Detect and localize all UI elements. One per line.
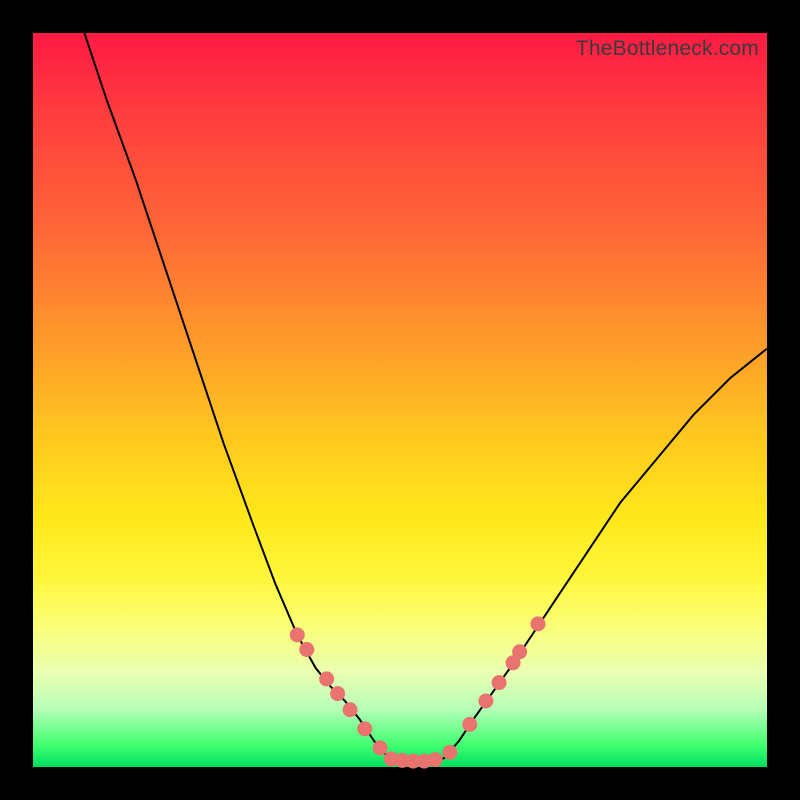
marker-dot	[478, 693, 493, 708]
marker-dot	[319, 671, 334, 686]
marker-dot	[357, 721, 372, 736]
marker-dot	[428, 752, 443, 767]
marker-dot	[343, 702, 358, 717]
curve-line	[84, 33, 767, 761]
plot-area: TheBottleneck.com	[33, 33, 767, 767]
marker-dot	[373, 740, 388, 755]
marker-dot	[492, 675, 507, 690]
marker-dot	[330, 686, 345, 701]
marker-dot	[442, 745, 457, 760]
marker-dots	[290, 616, 546, 768]
marker-dot	[530, 616, 545, 631]
chart-frame: TheBottleneck.com	[0, 0, 800, 800]
marker-dot	[462, 717, 477, 732]
marker-dot	[290, 627, 305, 642]
marker-dot	[299, 642, 314, 657]
marker-dot	[512, 644, 527, 659]
bottleneck-curve	[33, 33, 767, 767]
